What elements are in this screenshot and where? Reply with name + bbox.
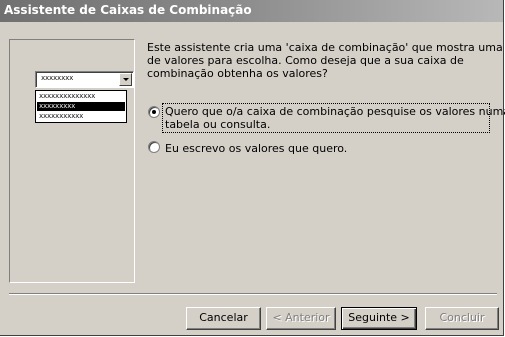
finish-button[interactable]: Concluir [425,307,499,330]
radio-type-values[interactable] [148,141,160,153]
option-lookup-line-1: Quero que o/a caixa de combinação pesqui… [165,105,505,118]
wizard-dialog: Assistente de Caixas de Combinação xxxxx… [0,0,505,336]
radio-lookup-table[interactable] [148,106,160,118]
combo-dropdown-button [119,73,132,86]
chevron-down-icon [123,78,129,81]
option-lookup-line-2: tabela ou consulta. [165,118,271,131]
finish-label: Concluir [439,311,485,324]
divider [9,293,497,295]
illustration-panel: xxxxxxxx xxxxxxxxxxxxxx xxxxxxxxx xxxxxx… [9,39,135,283]
back-label: < Anterior [272,311,330,324]
intro-line-1: Este assistente cria uma 'caixa de combi… [147,41,505,54]
cancel-button[interactable]: Cancelar [186,307,261,330]
back-button[interactable]: < Anterior [266,307,336,330]
title-bar[interactable]: Assistente de Caixas de Combinação [0,0,503,22]
intro-line-2: de valores para escolha. Como deseja que… [147,54,464,67]
intro-line-3: combinação obtenha os valores? [147,67,328,80]
sample-combo-box: xxxxxxxx [35,71,134,88]
list-item: xxxxxxxxxxx [39,112,84,120]
sample-combo-value: xxxxxxxx [41,74,74,82]
option-type-values-label[interactable]: Eu escrevo os valores que quero. [165,142,347,155]
list-item: xxxxxxxxxxxxxx [39,92,96,100]
sample-dropdown-list: xxxxxxxxxxxxxx xxxxxxxxx xxxxxxxxxxx [35,90,127,123]
next-label: Seguinte > [348,311,410,324]
cancel-label: Cancelar [199,311,248,324]
option-lookup-label[interactable]: Quero que o/a caixa de combinação pesqui… [165,105,505,131]
window-title: Assistente de Caixas de Combinação [4,3,252,17]
intro-text: Este assistente cria uma 'caixa de combi… [147,41,505,80]
radio-selected-dot-icon [152,110,156,114]
next-button[interactable]: Seguinte > [341,307,417,330]
list-item-selected: xxxxxxxxx [37,102,125,111]
